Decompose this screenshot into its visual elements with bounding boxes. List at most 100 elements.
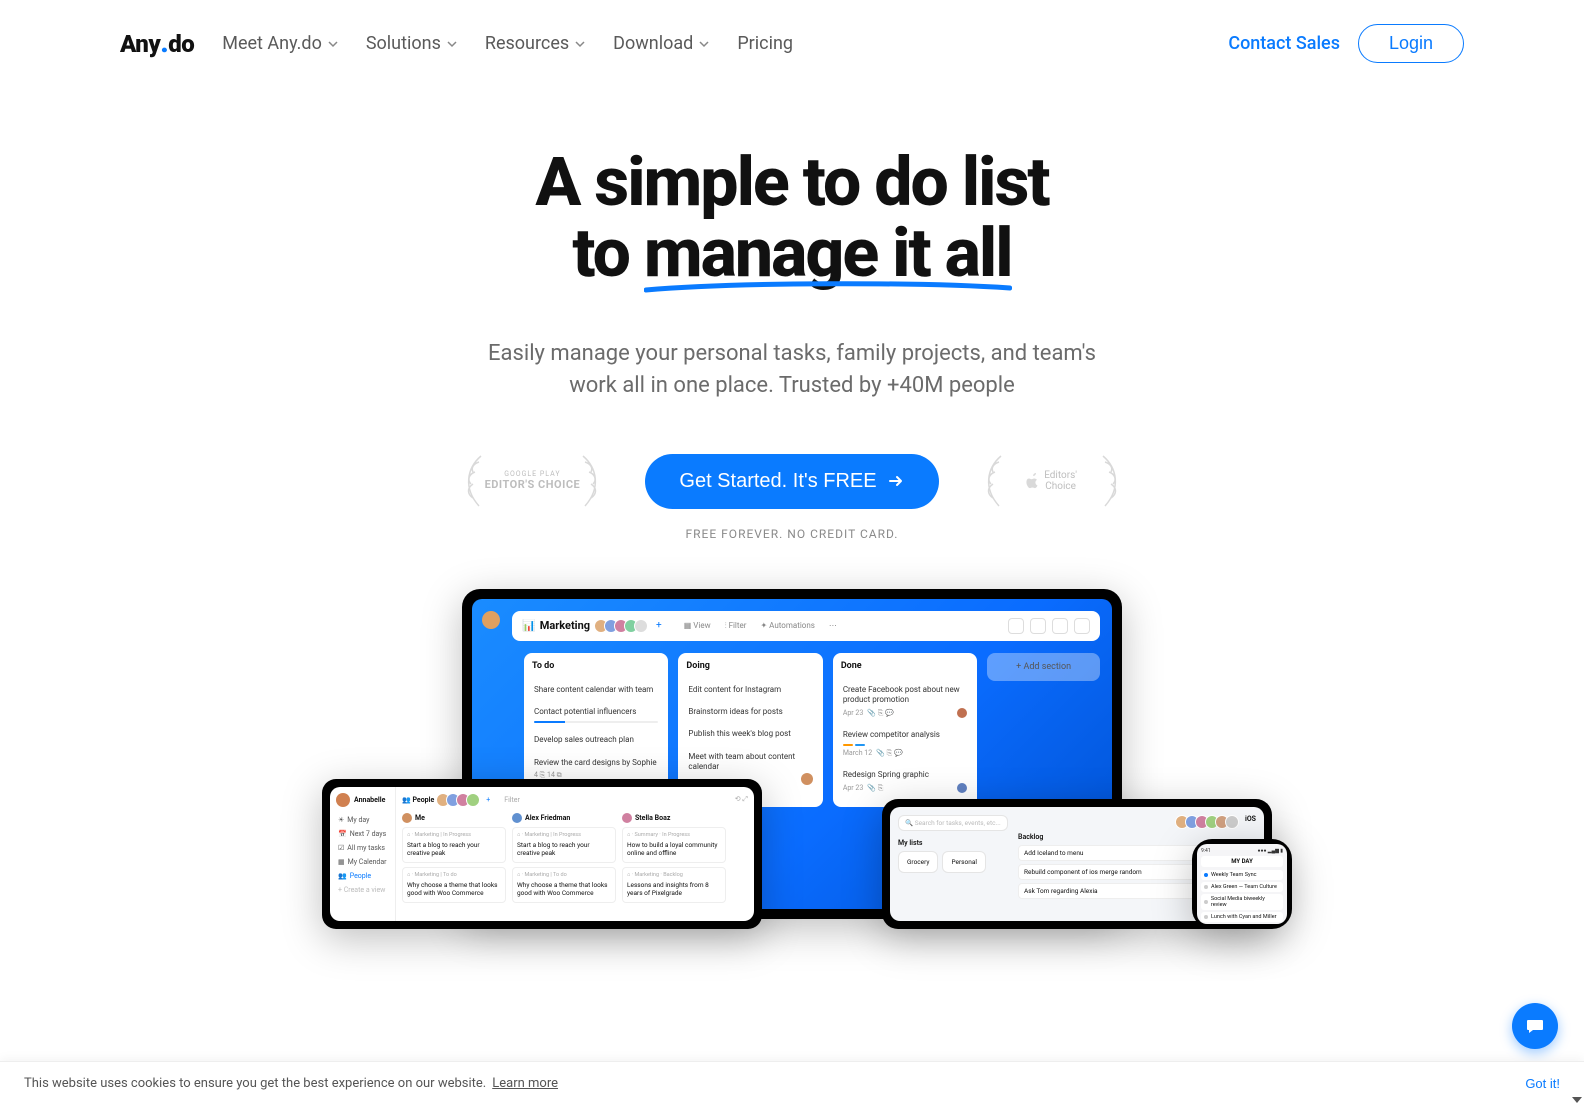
phone-task: Social Media biweekly review: [1201, 894, 1283, 910]
main-nav: Meet Any.do Solutions Resources Download…: [222, 33, 793, 54]
list-chip: Personal: [942, 851, 985, 873]
list-chip: Grocery: [898, 851, 938, 873]
avatar-stack: [598, 619, 648, 633]
apple-icon: [1026, 473, 1040, 489]
phone-header: MY DAY: [1201, 856, 1283, 867]
device-mockups: 📊 Marketing + ▦ View ⫶ Filter ✦ Automati…: [262, 589, 1322, 929]
chevron-down-icon: [447, 39, 457, 49]
nav-solutions[interactable]: Solutions: [366, 33, 457, 54]
more-icon: ⋯: [829, 621, 837, 631]
cookie-banner: This website uses cookies to ensure you …: [0, 1061, 1584, 1105]
phone-task: Lunch with Cyan and Miller: [1201, 912, 1283, 922]
laurel-right-icon: [1097, 454, 1123, 508]
col-header: To do: [532, 661, 660, 671]
people-title: People: [412, 796, 434, 804]
col-done: Done Create Facebook post about new prod…: [833, 653, 977, 808]
mockup-topbar: 📊 Marketing + ▦ View ⫶ Filter ✦ Automati…: [512, 611, 1100, 641]
hero-line2-pre: to: [572, 213, 644, 293]
badge-main: EDITOR'S CHOICE: [485, 479, 581, 491]
logo-text-post: do: [168, 30, 194, 58]
nav-download[interactable]: Download: [613, 33, 709, 54]
nav-label: Meet Any.do: [222, 33, 322, 54]
arrow-right-icon: [887, 472, 905, 490]
laurel-left-icon: [981, 454, 1007, 508]
side-create-view: + Create a view: [336, 883, 389, 897]
col-header: Doing: [686, 661, 814, 671]
header-actions: Contact Sales Login: [1228, 24, 1464, 63]
nav-label: Resources: [485, 33, 569, 54]
scroll-indicator-icon: [1572, 1097, 1582, 1103]
mylists-label: My lists: [898, 839, 1008, 847]
cta-row: GOOGLE PLAY EDITOR'S CHOICE Get Started.…: [20, 454, 1564, 509]
task-card: Edit content for Instagram: [686, 679, 814, 701]
laurel-left-icon: [461, 454, 487, 508]
toolbar-right: [1008, 618, 1090, 634]
people-col: Stella Boaz ⌂ · Summary · In ProgressHow…: [622, 813, 726, 907]
cta-label: Get Started. It's FREE: [679, 470, 876, 493]
get-started-button[interactable]: Get Started. It's FREE: [645, 454, 938, 509]
task-card: Develop sales outreach plan: [532, 729, 660, 751]
mockup-sidebar: Annabelle ☀ My day 📅 Next 7 days ☑ All m…: [330, 787, 396, 921]
cta-note: FREE FOREVER. NO CREDIT CARD.: [20, 527, 1564, 541]
contact-sales-link[interactable]: Contact Sales: [1228, 33, 1340, 54]
sidebar-username: Annabelle: [354, 796, 385, 804]
google-play-badge: GOOGLE PLAY EDITOR'S CHOICE: [467, 454, 597, 508]
badge-bottom: Choice: [1044, 481, 1077, 492]
board-title: 📊 Marketing: [522, 619, 590, 632]
people-col: Alex Friedman ⌂ · Marketing | In Progres…: [512, 813, 616, 907]
task-card: Redesign Spring graphicApr 23 📎 ⎘: [841, 764, 969, 799]
mockup-avatar: [482, 611, 500, 629]
nav-pricing[interactable]: Pricing: [737, 33, 793, 54]
hero-headline: A simple to do list to manage it all: [20, 147, 1564, 290]
phone-time: 9:41: [1201, 848, 1211, 854]
underline-icon: [644, 280, 1012, 294]
hero-section: A simple to do list to manage it all Eas…: [0, 87, 1584, 541]
nav-resources[interactable]: Resources: [485, 33, 585, 54]
mockup-laptop-people: Annabelle ☀ My day 📅 Next 7 days ☑ All m…: [322, 779, 762, 929]
side-calendar: ▦ My Calendar: [336, 855, 389, 869]
nav-meet[interactable]: Meet Any.do: [222, 33, 338, 54]
col-header: Done: [841, 661, 969, 671]
people-col: Me ⌂ · Marketing | In ProgressStart a bl…: [402, 813, 506, 907]
chevron-down-icon: [575, 39, 585, 49]
login-button[interactable]: Login: [1358, 24, 1464, 63]
hero-subhead: Easily manage your personal tasks, famil…: [472, 338, 1112, 402]
logo[interactable]: Any.do: [120, 30, 194, 58]
hero-line1: A simple to do list: [535, 142, 1048, 222]
chat-icon: [1525, 1016, 1545, 1036]
nav-label: Download: [613, 33, 693, 54]
phone-status-icons: ●●● ▂▄▆ ▮: [1257, 848, 1283, 854]
apple-editors-badge: Editors' Choice: [987, 454, 1117, 508]
task-card: Create Facebook post about new product p…: [841, 679, 969, 725]
task-card: Brainstorm ideas for posts: [686, 701, 814, 723]
side-people: 👥 People: [336, 869, 389, 883]
tablet-left: 🔍 Search for tasks, events, etc... My li…: [898, 815, 1008, 913]
mockup-phone: 9:41●●● ▂▄▆ ▮ MY DAY Weekly Team Sync Al…: [1192, 839, 1292, 929]
add-member-icon: +: [656, 620, 662, 631]
filter-control: ⫶ Filter: [725, 621, 747, 631]
laurel-right-icon: [577, 454, 603, 508]
side-alltasks: ☑ All my tasks: [336, 841, 389, 855]
tablet-search: 🔍 Search for tasks, events, etc...: [898, 815, 1008, 831]
phone-task: Alex Green — Team Culture: [1201, 882, 1283, 892]
nav-label: Solutions: [366, 33, 441, 54]
toolbar-mid: ▦ View ⫶ Filter ✦ Automations ⋯: [684, 621, 837, 631]
task-card: Contact potential influencers: [532, 701, 660, 729]
side-next7: 📅 Next 7 days: [336, 827, 389, 841]
filter-label: Filter: [504, 796, 520, 804]
chat-fab-button[interactable]: [1512, 1003, 1558, 1049]
task-card: Share content calendar with team: [532, 679, 660, 701]
task-card: Publish this week's blog post: [686, 723, 814, 745]
team-name: iOS: [1245, 815, 1256, 829]
task-card: Review competitor analysisMarch 12 📎 ⎘ 💬: [841, 724, 969, 763]
site-header: Any.do Meet Any.do Solutions Resources D…: [0, 0, 1584, 87]
bell-icon: [1030, 618, 1046, 634]
chevron-down-icon: [699, 39, 709, 49]
search-icon: [1074, 618, 1090, 634]
cookie-accept-button[interactable]: Got it!: [1525, 1076, 1560, 1091]
automations-control: ✦ Automations: [760, 621, 814, 631]
expand-icon: [1052, 618, 1068, 634]
cookie-learn-more-link[interactable]: Learn more: [492, 1076, 558, 1091]
badge-top: Editors': [1044, 470, 1077, 481]
logo-text-pre: Any: [120, 30, 160, 58]
